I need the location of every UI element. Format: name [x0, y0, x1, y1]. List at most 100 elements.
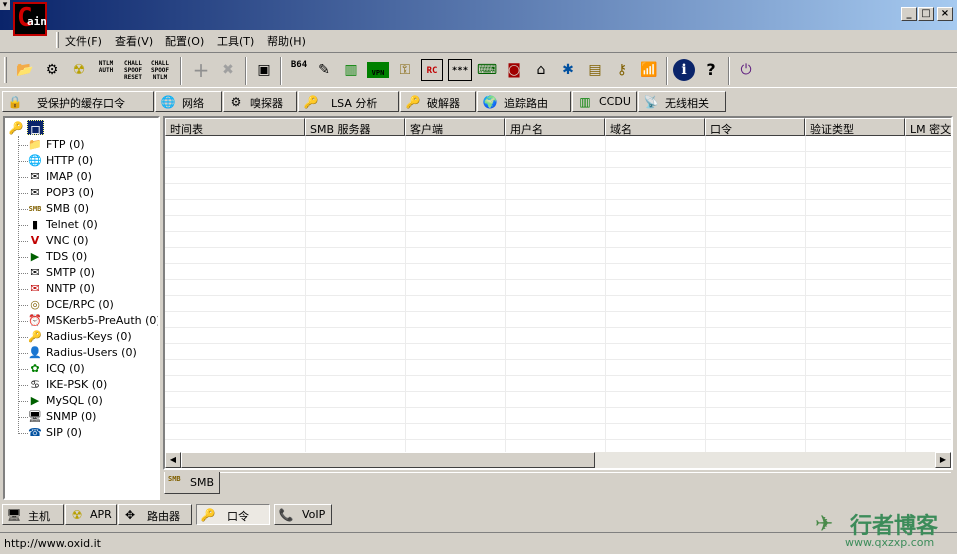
- smb-icon: SMB: [28, 205, 42, 213]
- globe-icon: 🌐: [28, 154, 42, 167]
- grid-line: [305, 136, 306, 454]
- protocol-tree: 🔑 口令 📁 FTP (0) 🌐 HTTP (0) ✉ IMAP (0) ✉ POP3 …: [3, 116, 160, 500]
- tab-cached-passwords[interactable]: 🔒 受保护的缓存口令: [2, 91, 154, 112]
- tree-item-label: SIP (0): [46, 426, 82, 439]
- bottom-tab-routes[interactable]: ✥ 路由器: [118, 504, 192, 525]
- tree-item-label: MSKerb5-PreAuth (0): [46, 314, 160, 327]
- column-header-smb-server[interactable]: SMB 服务器: [305, 118, 405, 136]
- key-icon[interactable]: ⚿: [394, 59, 416, 81]
- column-header-username[interactable]: 用户名: [505, 118, 605, 136]
- add-icon[interactable]: +: [190, 59, 212, 81]
- bottom-tab-label: 主机: [28, 510, 50, 523]
- globe-icon: 🌐: [160, 95, 176, 109]
- vpn-icon[interactable]: VPN: [367, 62, 389, 78]
- key-icon: 🔑: [303, 95, 319, 109]
- tab-ccdu[interactable]: ▥ CCDU: [572, 91, 637, 112]
- tab-lsa-secrets[interactable]: 🔑 LSA 分析: [298, 91, 399, 112]
- edit-icon[interactable]: ✎: [313, 59, 335, 81]
- status-bar: http://www.oxid.it: [0, 532, 957, 554]
- horizontal-scrollbar[interactable]: ◀ ▶: [165, 452, 951, 468]
- rpc-icon: ◎: [30, 298, 40, 311]
- column-header-password[interactable]: 口令: [705, 118, 805, 136]
- maximize-button[interactable]: □: [918, 7, 934, 21]
- bottom-tab-voip[interactable]: 📞 VoIP: [274, 504, 332, 525]
- menu-tools[interactable]: 工具(T): [217, 33, 254, 49]
- tree-item-label: HTTP (0): [46, 154, 94, 167]
- network-icon[interactable]: ✱: [557, 59, 579, 81]
- info-icon[interactable]: i: [673, 59, 695, 81]
- scroll-left-button[interactable]: ◀: [165, 452, 181, 468]
- sniffer-start-icon[interactable]: ⚙: [41, 59, 63, 81]
- bottom-tab-hosts[interactable]: 🖥 主机: [2, 504, 64, 525]
- toolbar: 📂 ⚙ ☢ NTLM AUTH CHALL SPOOF RESET CHALL …: [0, 52, 957, 88]
- house-icon[interactable]: ⌂: [530, 59, 552, 81]
- system-menu-icon[interactable]: ▾: [0, 0, 10, 10]
- bottom-tab-apr[interactable]: ☢ APR: [65, 504, 117, 525]
- ccdu-icon[interactable]: ▥: [340, 59, 362, 81]
- tree-item-label: ICQ (0): [46, 362, 85, 375]
- remove-icon[interactable]: ✖: [217, 59, 239, 81]
- grid-line: [505, 136, 506, 454]
- tab-wireless[interactable]: 📡 无线相关: [638, 91, 726, 112]
- open-icon[interactable]: 📂: [14, 59, 36, 81]
- cisco-icon[interactable]: ◙: [503, 59, 525, 81]
- base64-icon[interactable]: B64: [288, 59, 310, 81]
- close-button[interactable]: ×: [937, 7, 953, 21]
- tree-item-label: MySQL (0): [46, 394, 103, 407]
- chall-spoof-ntlm-icon[interactable]: CHALL SPOOF NTLM: [149, 59, 171, 81]
- column-header-timestamp[interactable]: 时间表: [165, 118, 305, 136]
- menu-file[interactable]: 文件(F): [65, 33, 102, 49]
- tree-item-label: Radius-Users (0): [46, 346, 137, 359]
- tab-label: 受保护的缓存口令: [37, 97, 125, 110]
- bottom-tab-label: APR: [90, 508, 112, 521]
- ntlm-auth-icon[interactable]: NTLM AUTH: [95, 59, 117, 81]
- move-icon: ✥: [124, 508, 136, 522]
- rc-icon[interactable]: RC: [421, 59, 443, 81]
- watermark: ✈ 行者博客 www.qxzxp.com: [815, 506, 955, 552]
- tree-item-label: TDS (0): [46, 250, 88, 263]
- grid-line: [905, 136, 906, 454]
- column-header-lm-hash[interactable]: LM 密文: [905, 118, 951, 136]
- tab-label: 追踪路由: [504, 97, 548, 110]
- tab-network[interactable]: 🌐 网络: [155, 91, 222, 112]
- column-header-client[interactable]: 客户端: [405, 118, 505, 136]
- help-icon[interactable]: ?: [700, 59, 722, 81]
- database-icon[interactable]: ▤: [584, 59, 606, 81]
- key-icon: 🔑: [405, 95, 421, 109]
- tab-label: 网络: [182, 97, 204, 110]
- key-icon: 🔑: [28, 330, 42, 343]
- chall-spoof-reset-icon[interactable]: CHALL SPOOF RESET: [122, 59, 144, 81]
- column-header-auth-type[interactable]: 验证类型: [805, 118, 905, 136]
- menu-config[interactable]: 配置(O): [165, 33, 204, 49]
- tree-item-label: Radius-Keys (0): [46, 330, 132, 343]
- smb-icon: SMB: [168, 475, 181, 483]
- tree-item-label: DCE/RPC (0): [46, 298, 114, 311]
- scroll-right-button[interactable]: ▶: [935, 452, 951, 468]
- password-mask-icon[interactable]: ***: [448, 59, 472, 81]
- wireless-icon[interactable]: 📶: [638, 59, 660, 81]
- tab-cracker[interactable]: 🔑 破解器: [400, 91, 476, 112]
- decode-icon[interactable]: ▣: [253, 59, 275, 81]
- mysql-icon: ▶: [30, 394, 40, 407]
- keyboard-icon[interactable]: ⌨: [476, 59, 498, 81]
- tab-traceroute[interactable]: 🌍 追踪路由: [477, 91, 571, 112]
- column-header-domain[interactable]: 域名: [605, 118, 705, 136]
- scroll-thumb[interactable]: [181, 452, 595, 468]
- menu-view[interactable]: 查看(V): [115, 33, 153, 49]
- subtab-smb[interactable]: SMB SMB: [164, 472, 220, 494]
- tab-sniffer[interactable]: ⚙ 嗅探器: [223, 91, 297, 112]
- list-body[interactable]: [165, 136, 951, 454]
- tree-connector: [18, 136, 19, 434]
- exit-icon[interactable]: ⏻: [735, 59, 757, 81]
- tree-item-label: NNTP (0): [46, 282, 95, 295]
- apr-radiation-icon[interactable]: ☢: [68, 59, 90, 81]
- hash-icon[interactable]: ⚷: [611, 59, 633, 81]
- vnc-icon: V: [30, 234, 40, 247]
- minimize-button[interactable]: _: [901, 7, 917, 21]
- ike-icon: ♋: [30, 378, 40, 391]
- title-bar: ▾ _ □ ×: [0, 0, 957, 30]
- sniffer-icon: ⚙: [230, 95, 242, 109]
- bottom-tab-passwords[interactable]: 🔑 口令: [196, 504, 270, 525]
- mail-icon: ✉: [30, 186, 40, 199]
- menu-help[interactable]: 帮助(H): [267, 33, 306, 49]
